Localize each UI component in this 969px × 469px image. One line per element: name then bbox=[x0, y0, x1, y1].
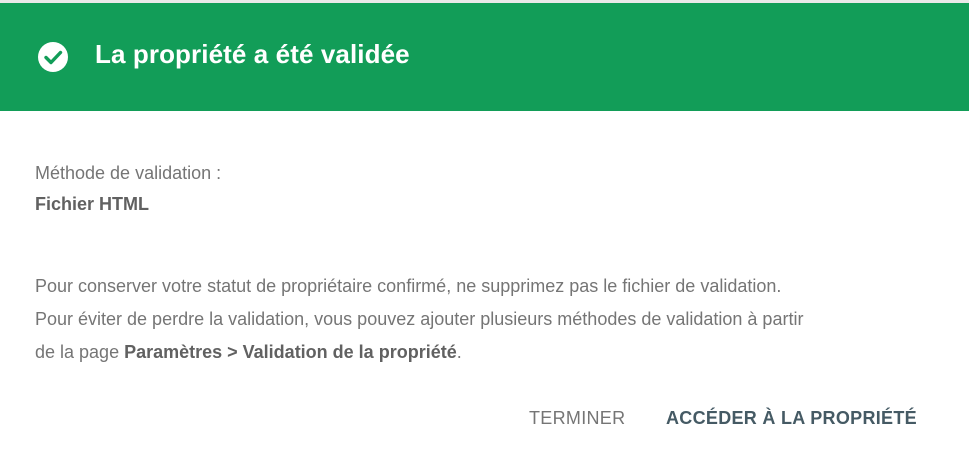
dialog-title: La propriété a été validée bbox=[95, 39, 410, 69]
validation-method-value: Fichier HTML bbox=[35, 194, 150, 214]
info-line-3-suffix: . bbox=[456, 342, 462, 362]
info-line-2: Pour éviter de perdre la validation, vou… bbox=[35, 309, 804, 329]
dialog-header: La propriété a été validée bbox=[0, 3, 969, 111]
info-line-3-prefix: de la page bbox=[35, 342, 125, 362]
validation-method-label: Méthode de validation : bbox=[35, 163, 222, 183]
check-circle-icon bbox=[38, 42, 68, 72]
go-to-property-button[interactable]: ACCÉDER À LA PROPRIÉTÉ bbox=[666, 408, 917, 429]
settings-path-text: Paramètres > Validation de la propriété bbox=[124, 342, 457, 362]
info-line-1: Pour conserver votre statut de propriéta… bbox=[35, 276, 782, 296]
finish-button[interactable]: TERMINER bbox=[529, 408, 625, 429]
info-paragraph: Pour conserver votre statut de propriéta… bbox=[35, 270, 945, 369]
validation-dialog: La propriété a été validée Méthode de va… bbox=[0, 0, 969, 469]
